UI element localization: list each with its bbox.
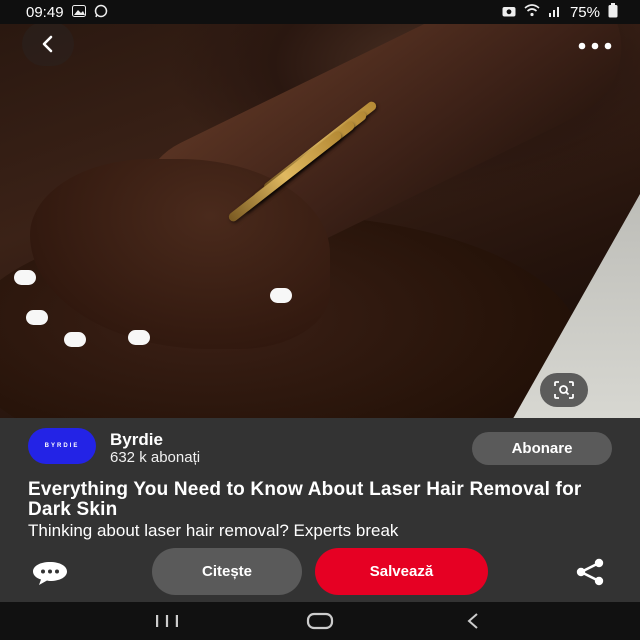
- wifi-icon: [524, 4, 540, 20]
- photo-fingernail: [14, 270, 36, 285]
- photo-fingernail: [26, 310, 48, 325]
- battery-percent: 75%: [569, 3, 600, 21]
- pin-description: Thinking about laser hair removal? Exper…: [28, 521, 399, 540]
- photo-fingernail: [128, 330, 150, 345]
- creator-avatar[interactable]: BYRDIE: [28, 428, 96, 464]
- creator-followers: 632 k abonați: [110, 449, 201, 466]
- visual-search-button[interactable]: [540, 373, 588, 407]
- home-button[interactable]: [295, 606, 345, 636]
- photo-fingernail: [64, 332, 86, 347]
- recent-apps-button[interactable]: [142, 606, 192, 636]
- chevron-left-icon: [42, 35, 53, 53]
- subscribe-button[interactable]: Abonare: [472, 432, 612, 465]
- read-button-label: Citește: [201, 563, 253, 580]
- comment-icon: [33, 562, 67, 585]
- photo-fingernail: [270, 288, 292, 303]
- read-button[interactable]: Citește: [152, 548, 302, 595]
- share-button[interactable]: [572, 558, 608, 586]
- status-right: 75%: [502, 3, 618, 21]
- save-button[interactable]: Salvează: [315, 548, 488, 595]
- subscribe-button-label: Abonare: [511, 440, 573, 457]
- status-bar: 09:49 75%: [0, 0, 640, 24]
- comment-button[interactable]: [30, 560, 70, 586]
- system-navigation-bar: [0, 602, 640, 640]
- camera-privacy-icon: [502, 5, 516, 20]
- whatsapp-notification-icon: [94, 4, 108, 21]
- status-time: 09:49: [26, 3, 64, 21]
- creator-name[interactable]: Byrdie: [110, 430, 163, 450]
- home-icon: [306, 612, 334, 630]
- battery-icon: [608, 3, 618, 21]
- save-button-label: Salvează: [369, 563, 434, 580]
- more-horizontal-icon: [578, 42, 612, 50]
- back-button[interactable]: [22, 22, 74, 66]
- pin-title: Everything You Need to Know About Laser …: [28, 479, 582, 520]
- status-left: 09:49: [26, 4, 108, 21]
- visual-search-icon: [554, 381, 574, 399]
- more-options-button[interactable]: [578, 36, 612, 50]
- creator-avatar-text: BYRDIE: [44, 443, 80, 449]
- share-icon: [576, 558, 604, 586]
- system-back-button[interactable]: [448, 606, 498, 636]
- signal-icon: [548, 5, 562, 20]
- pin-image[interactable]: [0, 24, 640, 418]
- gallery-notification-icon: [71, 4, 86, 20]
- back-arrow-icon: [467, 613, 478, 629]
- recent-apps-icon: [155, 615, 178, 627]
